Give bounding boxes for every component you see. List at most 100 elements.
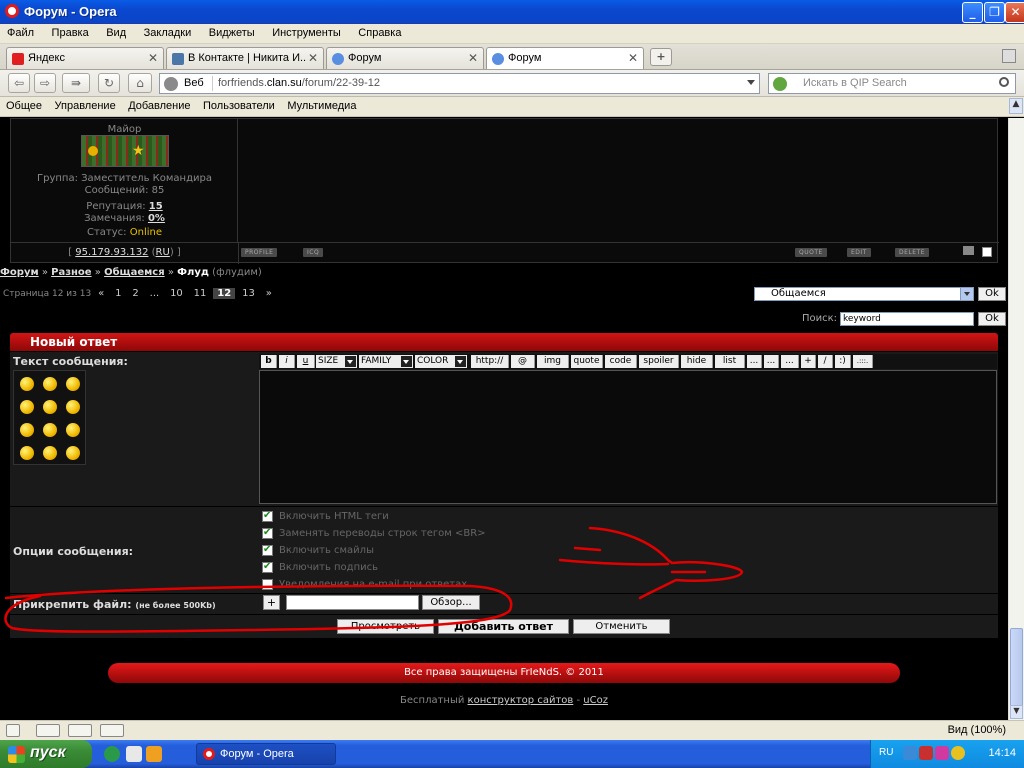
menu-file[interactable]: Файл bbox=[0, 24, 41, 42]
quote-tag-button[interactable]: quote bbox=[571, 355, 603, 368]
page-link[interactable]: 1 bbox=[111, 288, 125, 299]
taskbar-item-opera[interactable]: Форум - Opera bbox=[196, 743, 336, 765]
ucoz-link[interactable]: uCoz bbox=[583, 695, 608, 706]
breadcrumb-chat[interactable]: Общаемся bbox=[104, 267, 165, 278]
checkbox[interactable] bbox=[262, 561, 273, 573]
tab-close-icon[interactable]: ✕ bbox=[468, 51, 478, 65]
color-select[interactable]: COLOR bbox=[415, 355, 467, 368]
menu-view[interactable]: Вид bbox=[99, 24, 133, 42]
italic-button[interactable]: i bbox=[279, 355, 295, 368]
fast-forward-button[interactable]: ⇛ bbox=[62, 73, 90, 93]
bar-item-general[interactable]: Общее bbox=[0, 97, 45, 112]
ip-icon[interactable] bbox=[963, 246, 974, 255]
message-textarea[interactable] bbox=[259, 370, 997, 504]
page-next[interactable]: » bbox=[262, 288, 276, 299]
menu-tools[interactable]: Инструменты bbox=[265, 24, 348, 42]
browse-button[interactable]: Обзор... bbox=[422, 595, 480, 610]
page-link[interactable]: 10 bbox=[166, 288, 187, 299]
forum-search-input[interactable]: keyword bbox=[840, 312, 974, 326]
size-select[interactable]: SIZE bbox=[316, 355, 357, 368]
home-button[interactable]: ⌂ bbox=[128, 73, 152, 93]
spoiler-button[interactable]: spoiler bbox=[639, 355, 679, 368]
vertical-scrollbar[interactable]: ▼ bbox=[1008, 118, 1024, 720]
smile-grin-icon[interactable] bbox=[43, 377, 57, 391]
country-link[interactable]: RU bbox=[156, 247, 170, 258]
forward-button[interactable]: ⇨ bbox=[34, 73, 56, 93]
smile-cool-icon[interactable] bbox=[66, 377, 80, 391]
smile-wink-icon[interactable] bbox=[43, 400, 57, 414]
menu-help[interactable]: Справка bbox=[351, 24, 408, 42]
smile-tongue-icon[interactable] bbox=[20, 446, 34, 460]
panel-toggle-icon[interactable] bbox=[6, 724, 20, 737]
chevron-down-icon[interactable] bbox=[960, 288, 973, 300]
more-button[interactable]: ... bbox=[781, 355, 799, 368]
bold-button[interactable]: b bbox=[261, 355, 277, 368]
list-button[interactable]: list bbox=[715, 355, 745, 368]
email-button[interactable]: @ bbox=[511, 355, 535, 368]
search-ok-button[interactable]: Ok bbox=[978, 312, 1006, 326]
page-link[interactable]: 13 bbox=[238, 288, 259, 299]
submit-reply-button[interactable]: Добавить ответ bbox=[438, 619, 569, 634]
tray-icon[interactable] bbox=[919, 746, 933, 760]
tray-icon[interactable] bbox=[903, 746, 917, 760]
tab-close-icon[interactable]: ✕ bbox=[148, 51, 158, 65]
smile-confused-icon[interactable] bbox=[43, 446, 57, 460]
search-field[interactable]: Искать в QIP Search bbox=[768, 73, 1016, 94]
unite-icon[interactable] bbox=[68, 724, 92, 737]
checkbox[interactable] bbox=[262, 527, 273, 539]
checkbox[interactable] bbox=[262, 579, 273, 590]
file-path-input[interactable] bbox=[286, 595, 419, 610]
smile-sad-icon[interactable] bbox=[20, 423, 34, 437]
page-link[interactable]: 11 bbox=[190, 288, 211, 299]
constructor-link[interactable]: конструктор сайтов bbox=[468, 695, 574, 706]
tab-yandex[interactable]: Яндекс ✕ bbox=[6, 47, 164, 69]
font-family-select[interactable]: FAMILY bbox=[359, 355, 413, 368]
start-button[interactable]: пуск bbox=[0, 740, 92, 768]
tray-icon[interactable] bbox=[935, 746, 949, 760]
tab-close-icon[interactable]: ✕ bbox=[308, 51, 318, 65]
turbo-icon[interactable] bbox=[36, 724, 60, 737]
translit-button[interactable]: .:::. bbox=[853, 355, 873, 368]
trash-icon[interactable] bbox=[1002, 49, 1016, 63]
settings-icon[interactable] bbox=[100, 724, 124, 737]
minimize-button[interactable]: _ bbox=[962, 2, 983, 23]
post-select-checkbox[interactable] bbox=[982, 247, 992, 257]
bar-item-management[interactable]: Управление bbox=[49, 97, 119, 112]
tab-close-icon[interactable]: ✕ bbox=[628, 51, 638, 65]
hide-button[interactable]: hide bbox=[681, 355, 713, 368]
tab-forum-2[interactable]: Форум ✕ bbox=[486, 47, 644, 69]
bar-item-add[interactable]: Добавление bbox=[122, 97, 193, 112]
smile-surprised-icon[interactable] bbox=[66, 423, 80, 437]
breadcrumb-misc[interactable]: Разное bbox=[51, 267, 91, 278]
bar-item-users[interactable]: Пользователи bbox=[197, 97, 278, 112]
url-dropdown-icon[interactable] bbox=[747, 80, 755, 85]
preview-button[interactable]: Просмотреть bbox=[337, 619, 434, 634]
app-icon[interactable] bbox=[126, 746, 142, 762]
add-file-button[interactable]: + bbox=[263, 595, 280, 610]
menu-bookmarks[interactable]: Закладки bbox=[137, 24, 199, 42]
scroll-down-button[interactable]: ▼ bbox=[1010, 705, 1023, 719]
scroll-up-button[interactable]: ▲ bbox=[1009, 98, 1023, 114]
language-indicator[interactable]: RU bbox=[879, 747, 893, 758]
reputation-link[interactable]: 15 bbox=[149, 201, 163, 212]
utorrent-icon[interactable] bbox=[104, 746, 120, 762]
qip-icon[interactable] bbox=[773, 77, 787, 91]
forum-jump-select[interactable]: Общаемся bbox=[754, 287, 974, 301]
more-button[interactable]: ... bbox=[747, 355, 762, 368]
smile-smirk-icon[interactable] bbox=[66, 446, 80, 460]
tray-icon[interactable] bbox=[951, 746, 965, 760]
app-icon[interactable] bbox=[146, 746, 162, 762]
underline-button[interactable]: u bbox=[297, 355, 315, 368]
checkbox[interactable] bbox=[262, 544, 273, 556]
smile-angry-icon[interactable] bbox=[20, 377, 34, 391]
warnings-link[interactable]: 0% bbox=[148, 213, 165, 224]
url-field[interactable]: Веб forfriends.clan.su/forum/22-39-12 bbox=[159, 73, 760, 94]
smile-cry-icon[interactable] bbox=[20, 400, 34, 414]
smile-laugh-icon[interactable] bbox=[66, 400, 80, 414]
maximize-button[interactable]: ❐ bbox=[984, 2, 1005, 23]
new-tab-button[interactable]: + bbox=[650, 48, 672, 66]
more-button[interactable]: ... bbox=[764, 355, 779, 368]
page-link[interactable]: 2 bbox=[128, 288, 142, 299]
breadcrumb-forum[interactable]: Форум bbox=[0, 267, 39, 278]
code-button[interactable]: code bbox=[605, 355, 637, 368]
